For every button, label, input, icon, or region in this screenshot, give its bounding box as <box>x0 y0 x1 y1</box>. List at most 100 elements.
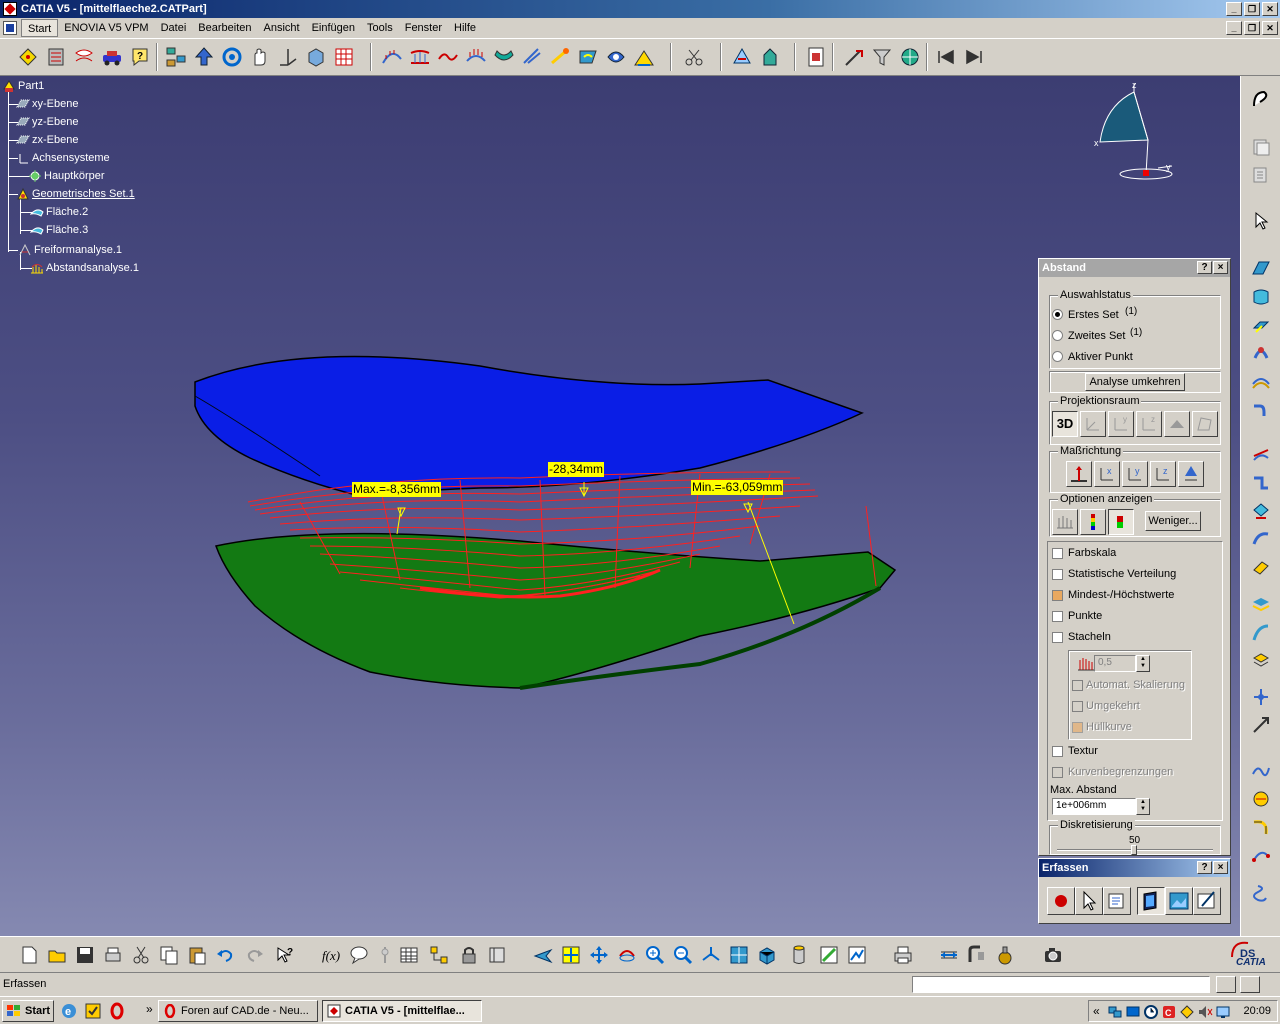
axis-icon[interactable] <box>276 45 300 69</box>
tray-expand-chevron[interactable]: « <box>1093 1004 1100 1018</box>
circle-icon[interactable] <box>1250 788 1272 810</box>
ie-icon[interactable]: e <box>60 1002 78 1020</box>
fill-icon[interactable] <box>1250 500 1272 522</box>
abstand-title-bar[interactable]: Abstand ? × <box>1039 259 1230 277</box>
measure-inertia-icon[interactable] <box>994 944 1016 966</box>
patch-icon[interactable] <box>1250 286 1272 308</box>
mapping-icon[interactable] <box>492 45 516 69</box>
copy-icon[interactable] <box>158 944 180 966</box>
lock-icon[interactable] <box>458 944 480 966</box>
projection-plane-button[interactable] <box>1164 411 1190 437</box>
projection-compass-button[interactable] <box>1192 411 1218 437</box>
weniger-button[interactable]: Weniger... <box>1145 511 1201 531</box>
copy-table-icon[interactable] <box>1250 136 1272 158</box>
camera-icon[interactable] <box>1042 944 1064 966</box>
measure-icon[interactable] <box>842 45 866 69</box>
globe-icon[interactable] <box>898 45 922 69</box>
max-abstand-spinner[interactable]: ▲ ▼ <box>1136 798 1150 815</box>
opera-icon[interactable] <box>108 1002 126 1020</box>
helix-icon[interactable] <box>1250 882 1272 904</box>
projection-z-button[interactable]: z <box>1136 411 1162 437</box>
shading-icon[interactable] <box>788 944 810 966</box>
mindest-hoechstwerte-checkbox[interactable] <box>1052 590 1063 601</box>
connect-icon[interactable] <box>436 45 460 69</box>
compass[interactable]: z x y <box>1090 78 1180 188</box>
print-capture-button[interactable] <box>1193 887 1221 915</box>
highlight-icon[interactable] <box>604 45 628 69</box>
fit-all-icon[interactable] <box>560 944 582 966</box>
menu-start[interactable]: Start <box>21 19 59 37</box>
undo-icon[interactable] <box>214 944 236 966</box>
punkte-checkbox[interactable] <box>1052 611 1063 622</box>
help-button[interactable]: ? <box>1197 261 1212 274</box>
menu-fenster[interactable]: Fenster <box>399 19 448 37</box>
measure-item-icon[interactable] <box>966 944 988 966</box>
tree-icon[interactable] <box>164 45 188 69</box>
menu-tools[interactable]: Tools <box>361 19 399 37</box>
clock-tray-icon[interactable] <box>1143 1004 1159 1020</box>
revolve-icon[interactable] <box>1250 342 1272 364</box>
catalog-icon[interactable] <box>486 944 508 966</box>
command-button-1[interactable] <box>1216 976 1236 993</box>
whats-this-icon[interactable]: ? <box>274 944 296 966</box>
farbskala-checkbox[interactable] <box>1052 548 1063 559</box>
projection-x-button[interactable] <box>1080 411 1106 437</box>
redo-icon[interactable] <box>244 944 266 966</box>
zoom-out-icon[interactable] <box>672 944 694 966</box>
menu-datei[interactable]: Datei <box>155 19 193 37</box>
scissors-icon[interactable] <box>682 45 706 69</box>
album-button[interactable] <box>1165 887 1193 915</box>
projection-3d-button[interactable]: 3D <box>1052 411 1078 437</box>
record-button[interactable] <box>1047 887 1075 915</box>
surface-analysis-icon[interactable] <box>464 45 488 69</box>
plane-tool-icon[interactable] <box>1250 258 1272 280</box>
menu-einfuegen[interactable]: Einfügen <box>306 19 361 37</box>
3d-viewport[interactable]: Part1 xy-Ebene yz-Ebene zx-Ebene Achsens… <box>0 76 1240 936</box>
display-tray-icon[interactable] <box>1215 1004 1231 1020</box>
direction-compass-button[interactable] <box>1178 461 1204 487</box>
textur-checkbox[interactable] <box>1052 746 1063 757</box>
analyse-umkehren-button[interactable]: Analyse umkehren <box>1085 373 1185 391</box>
direction-normal-button[interactable] <box>1066 461 1092 487</box>
cutting-plane-icon[interactable] <box>576 45 600 69</box>
restore-button[interactable]: ❐ <box>1244 2 1260 16</box>
catia-app-icon[interactable] <box>3 2 17 16</box>
cut-icon[interactable] <box>130 944 152 966</box>
antivirus-tray-icon[interactable]: C <box>1161 1004 1177 1020</box>
hand-icon[interactable] <box>248 45 272 69</box>
multi-section-icon[interactable] <box>1250 556 1272 578</box>
menu-enovia[interactable]: ENOVIA V5 VPM <box>58 19 154 37</box>
doc-restore-button[interactable]: ❐ <box>1244 21 1260 35</box>
close-button[interactable]: × <box>1213 261 1228 274</box>
light-icon[interactable] <box>548 45 572 69</box>
table-icon[interactable] <box>398 944 420 966</box>
printer-icon[interactable] <box>892 944 914 966</box>
distance-label[interactable]: -28,34mm <box>548 462 605 477</box>
direction-x-button[interactable]: x <box>1094 461 1120 487</box>
doc-minimize-button[interactable]: _ <box>1226 21 1242 35</box>
diskretisierung-slider-thumb[interactable] <box>1131 845 1137 855</box>
max-distance-label[interactable]: Max.=-8,356mm <box>352 482 442 497</box>
point-icon[interactable] <box>16 45 40 69</box>
capture-button[interactable] <box>1137 887 1165 915</box>
save-icon[interactable] <box>74 944 96 966</box>
stacheln-checkbox[interactable] <box>1052 632 1063 643</box>
minimize-button[interactable]: _ <box>1226 2 1242 16</box>
color-scale-button[interactable] <box>1080 509 1106 535</box>
direction-y-button[interactable]: y <box>1122 461 1148 487</box>
min-distance-label[interactable]: Min.=-63,059mm <box>691 480 784 495</box>
monitor-tray-icon[interactable] <box>1125 1004 1141 1020</box>
knowledge-icon[interactable] <box>374 944 396 966</box>
boundary-icon[interactable] <box>1250 650 1272 672</box>
check-icon[interactable] <box>84 1002 102 1020</box>
volume-tray-icon[interactable] <box>1197 1004 1213 1020</box>
formula-icon[interactable]: f(x) <box>320 944 342 966</box>
display-full-button[interactable] <box>1052 509 1078 535</box>
spline-icon[interactable] <box>1250 760 1272 782</box>
sketch-curve-icon[interactable] <box>1250 88 1272 110</box>
taskbar-overflow-chevron[interactable]: » <box>146 1002 153 1016</box>
extrude-icon[interactable] <box>1250 314 1272 336</box>
menu-hilfe[interactable]: Hilfe <box>448 19 482 37</box>
offset-icon[interactable] <box>1250 370 1272 392</box>
comment-icon[interactable] <box>348 944 370 966</box>
